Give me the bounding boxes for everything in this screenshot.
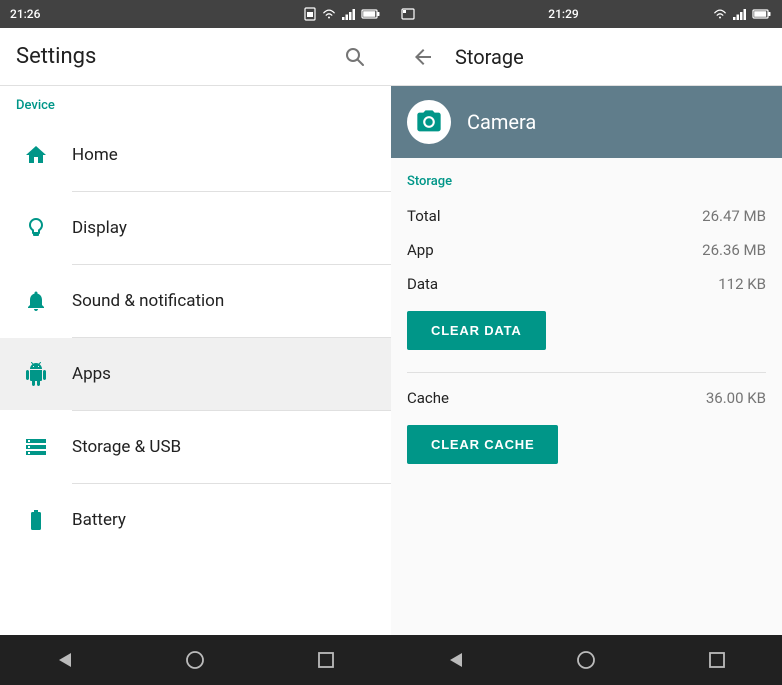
right-home-nav-button[interactable]	[561, 640, 611, 680]
search-button[interactable]	[335, 37, 375, 77]
settings-item-apps[interactable]: Apps	[0, 338, 391, 410]
clear-data-button[interactable]: CLEAR DATA	[407, 311, 546, 350]
app-size-value: 26.36 MB	[702, 241, 766, 259]
right-nav-bar	[391, 635, 782, 685]
signal-icon	[341, 7, 357, 21]
back-button[interactable]	[407, 41, 439, 73]
battery-icon	[361, 7, 381, 21]
right-back-triangle-icon	[446, 650, 466, 670]
storage-page-title: Storage	[455, 45, 524, 69]
right-status-bar: 21:29	[391, 0, 782, 28]
camera-icon	[415, 108, 443, 136]
settings-item-sound[interactable]: Sound & notification	[0, 265, 391, 337]
storage-usb-label: Storage & USB	[72, 437, 181, 457]
storage-content: Storage Total 26.47 MB App 26.36 MB Data…	[391, 158, 782, 635]
display-label: Display	[72, 218, 127, 238]
notification-icon	[401, 8, 415, 20]
display-icon	[16, 208, 56, 248]
right-wifi-icon	[712, 7, 728, 21]
storage-section-heading: Storage	[407, 174, 766, 189]
sound-label: Sound & notification	[72, 291, 224, 311]
camera-app-name: Camera	[467, 110, 536, 134]
total-value: 26.47 MB	[702, 207, 766, 225]
left-time: 21:26	[10, 7, 40, 21]
sim-icon	[303, 7, 317, 21]
right-home-circle-icon	[576, 650, 596, 670]
right-recent-nav-button[interactable]	[692, 640, 742, 680]
right-panel: 21:29 Storage	[391, 0, 782, 685]
right-time: 21:29	[548, 7, 578, 21]
wifi-icon	[321, 7, 337, 21]
data-size-value: 112 KB	[718, 275, 766, 293]
clear-cache-button[interactable]: CLEAR CACHE	[407, 425, 558, 464]
storage-icon	[16, 427, 56, 467]
cache-label: Cache	[407, 389, 449, 407]
camera-card: Camera	[391, 86, 782, 158]
left-status-bar: 21:26	[0, 0, 391, 28]
left-status-icons	[303, 7, 381, 21]
storage-row-app: App 26.36 MB	[407, 233, 766, 267]
home-icon	[16, 135, 56, 175]
home-label: Home	[72, 145, 118, 165]
battery-label: Battery	[72, 510, 126, 530]
settings-item-storage[interactable]: Storage & USB	[0, 411, 391, 483]
right-battery-icon	[752, 7, 772, 21]
apps-label: Apps	[72, 364, 111, 384]
data-size-label: Data	[407, 275, 438, 293]
battery-settings-icon	[16, 500, 56, 540]
right-back-nav-button[interactable]	[431, 640, 481, 680]
settings-title: Settings	[16, 44, 96, 69]
settings-item-home[interactable]: Home	[0, 119, 391, 191]
recent-square-icon	[317, 651, 335, 669]
left-panel: 21:26 Set	[0, 0, 391, 685]
storage-row-cache: Cache 36.00 KB	[407, 381, 766, 415]
right-recent-square-icon	[708, 651, 726, 669]
back-nav-button[interactable]	[40, 640, 90, 680]
total-label: Total	[407, 207, 441, 225]
settings-item-battery[interactable]: Battery	[0, 484, 391, 556]
storage-row-data: Data 112 KB	[407, 267, 766, 301]
cache-value: 36.00 KB	[706, 389, 766, 407]
home-nav-button[interactable]	[170, 640, 220, 680]
bell-icon	[16, 281, 56, 321]
search-icon	[344, 46, 366, 68]
settings-item-display[interactable]: Display	[0, 192, 391, 264]
camera-icon-circle	[407, 100, 451, 144]
back-arrow-icon	[411, 45, 435, 69]
settings-header: Settings	[0, 28, 391, 86]
android-icon	[16, 354, 56, 394]
storage-row-total: Total 26.47 MB	[407, 199, 766, 233]
storage-header: Storage	[391, 28, 782, 86]
home-circle-icon	[185, 650, 205, 670]
app-size-label: App	[407, 241, 434, 259]
settings-list: Device Home Display Sound & notification	[0, 86, 391, 635]
right-signal-icon	[732, 7, 748, 21]
right-status-icons	[712, 7, 772, 21]
recent-nav-button[interactable]	[301, 640, 351, 680]
back-triangle-icon	[55, 650, 75, 670]
right-left-icons	[401, 8, 415, 20]
left-nav-bar	[0, 635, 391, 685]
device-section-label: Device	[0, 86, 391, 119]
cache-divider	[407, 372, 766, 373]
